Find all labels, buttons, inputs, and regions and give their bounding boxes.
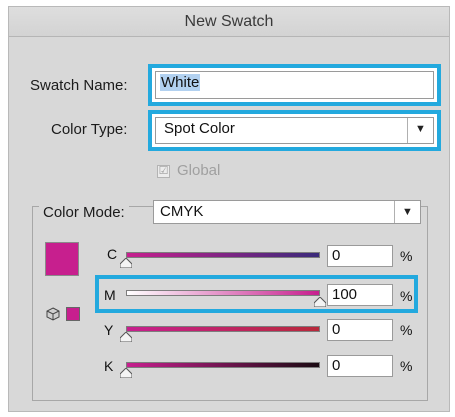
color-mode-value: CMYK [160,203,204,220]
swatch-name-value: White [160,74,201,91]
color-preview-swatch [45,242,79,276]
slider-thumb-k[interactable] [120,368,132,378]
channel-label-k: K [104,358,114,374]
chevron-down-icon: ▼ [394,201,420,223]
value-input-m[interactable]: 100 [327,284,393,306]
dialog-title: New Swatch [9,7,449,37]
percent-label-c: % [400,248,413,264]
swatch-name-input[interactable]: White [155,71,434,99]
color-mode-label: Color Mode: [39,204,129,221]
percent-label-m: % [400,288,413,304]
cube-icon[interactable] [46,307,60,321]
percent-label-k: % [400,358,413,374]
slider-thumb-y[interactable] [120,332,132,342]
swatch-name-highlight: White [148,64,441,106]
channel-label-y: Y [104,322,114,338]
channel-label-m: M [104,287,116,303]
slider-track-c[interactable] [126,252,320,258]
percent-label-y: % [400,322,413,338]
chevron-down-icon: ▼ [407,118,433,143]
global-checkbox[interactable]: ☑ [157,165,170,178]
channel-label-c: C [107,246,118,262]
color-type-label: Color Type: [51,121,128,138]
value-input-c[interactable]: 0 [327,245,393,267]
color-type-value: Spot Color [164,120,235,137]
slider-thumb-m[interactable] [314,297,326,307]
in-gamut-swatch[interactable] [66,307,80,321]
color-type-highlight: Spot Color ▼ [148,110,441,151]
swatch-name-label: Swatch Name: [30,77,128,94]
value-input-k[interactable]: 0 [327,355,393,377]
global-label: Global [177,162,221,179]
color-mode-dropdown[interactable]: CMYK ▼ [153,200,421,224]
color-type-dropdown[interactable]: Spot Color ▼ [155,117,434,144]
slider-thumb-c[interactable] [120,258,132,268]
slider-track-k[interactable] [126,362,320,368]
slider-track-y[interactable] [126,326,320,332]
slider-track-m[interactable] [126,290,320,296]
value-input-y[interactable]: 0 [327,319,393,341]
